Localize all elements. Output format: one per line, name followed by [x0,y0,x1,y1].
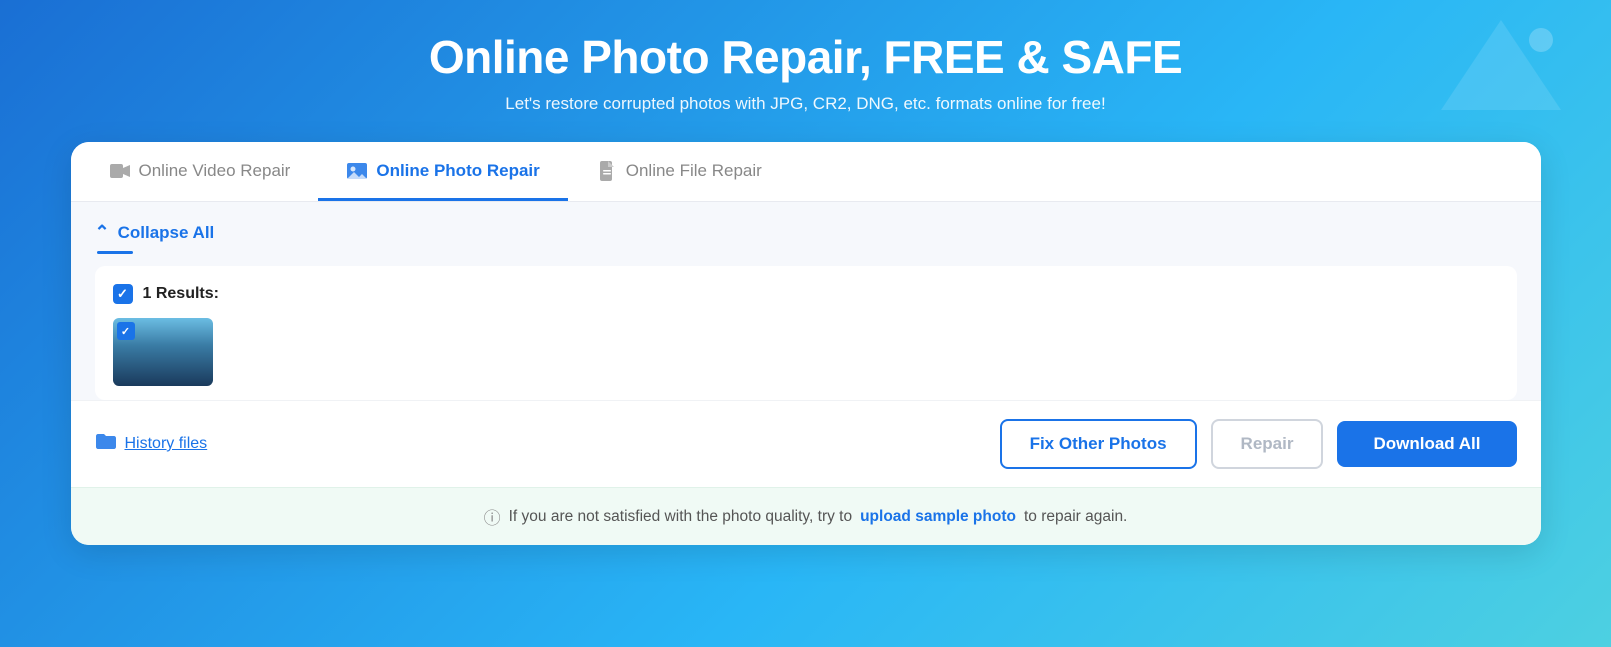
info-bar: ⓘ If you are not satisfied with the phot… [71,487,1541,545]
page-subtitle: Let's restore corrupted photos with JPG,… [429,94,1182,114]
tab-file-label: Online File Repair [626,161,762,181]
header-section: Online Photo Repair, FREE & SAFE Let's r… [429,30,1182,114]
tab-bar: Online Video Repair Online Photo Repair [71,142,1541,202]
card-body: ⌃ Collapse All 1 Results: [71,202,1541,400]
tab-video-repair[interactable]: Online Video Repair [81,142,319,201]
tab-video-label: Online Video Repair [139,161,291,181]
folder-icon [95,432,117,456]
select-all-checkbox[interactable] [113,284,133,304]
results-count: 1 Results: [143,285,219,303]
results-header: 1 Results: [113,284,1499,304]
tab-file-repair[interactable]: Online File Repair [568,142,790,201]
tab-photo-repair[interactable]: Online Photo Repair [318,142,567,201]
file-icon [596,160,618,182]
results-panel: 1 Results: [95,266,1517,400]
info-prefix: If you are not satisfied with the photo … [509,508,852,526]
download-all-button[interactable]: Download All [1337,421,1516,467]
info-icon: ⓘ [484,504,501,529]
history-files-label: History files [125,435,208,453]
collapse-all-button[interactable]: Collapse All [118,223,215,243]
action-buttons: Fix Other Photos Repair Download All [1000,419,1517,469]
history-files-link[interactable]: History files [95,432,208,456]
collapse-all-row: ⌃ Collapse All [95,222,1517,251]
photo-icon [346,160,368,182]
repair-button: Repair [1211,419,1324,469]
deco-shape [1441,20,1561,140]
video-icon [109,160,131,182]
fix-other-photos-button[interactable]: Fix Other Photos [1000,419,1197,469]
main-card: Online Video Repair Online Photo Repair [71,142,1541,545]
tab-underline [97,251,133,254]
tab-photo-label: Online Photo Repair [376,161,539,181]
photo-thumbnail [113,318,213,386]
upload-sample-link[interactable]: upload sample photo [860,508,1016,526]
card-footer: History files Fix Other Photos Repair Do… [71,400,1541,487]
chevron-up-icon: ⌃ [95,222,110,243]
thumb-checkbox[interactable] [117,322,135,340]
page-title: Online Photo Repair, FREE & SAFE [429,30,1182,84]
info-suffix: to repair again. [1024,508,1127,526]
